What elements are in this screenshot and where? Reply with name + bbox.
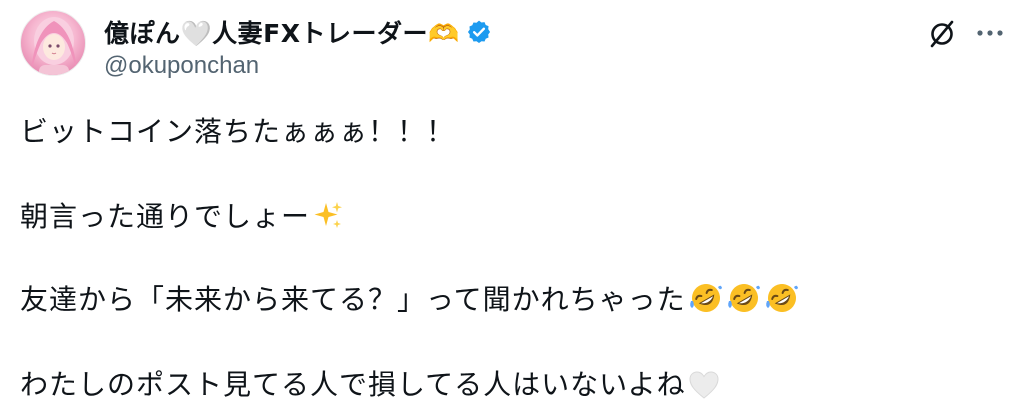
tweet-text-line-4: わたしのポスト見てる人で損してる人はいないよね	[20, 366, 720, 404]
tweet-card: 億ぽん🤍人妻FXトレーダー🫶 @okuponchan ビットコイン落ちたぁぁぁ！…	[0, 0, 1024, 420]
tweet-text-line-2: 朝言った通りでしょー	[20, 198, 344, 236]
sparkles-emoji	[312, 200, 344, 232]
tweet-text: 朝言った通りでしょー	[20, 200, 311, 233]
verified-badge-icon[interactable]	[466, 19, 492, 45]
rolling-on-floor-laughing-emoji	[688, 281, 724, 315]
tweet-text: 友達から「未来から来てる？」って聞かれちゃった	[20, 283, 686, 316]
grok-icon[interactable]	[926, 18, 958, 50]
author-name-row: 億ぽん🤍人妻FXトレーダー🫶	[104, 14, 492, 50]
tweet-text: わたしのポスト見てる人で損してる人はいないよね	[20, 368, 686, 401]
rolling-on-floor-laughing-emoji	[764, 281, 800, 315]
rolling-on-floor-laughing-emoji	[726, 281, 762, 315]
tweet-text-line-3: 友達から「未来から来てる？」って聞かれちゃった	[20, 281, 800, 319]
tweet-text: ビットコイン落ちたぁぁぁ！！！	[20, 115, 456, 148]
more-options-icon[interactable]	[975, 26, 1005, 40]
white-heart-emoji	[688, 370, 720, 400]
author-handle[interactable]: @okuponchan	[104, 52, 259, 80]
tweet-text-line-1: ビットコイン落ちたぁぁぁ！！！	[20, 113, 455, 151]
author-display-name[interactable]: 億ぽん🤍人妻FXトレーダー🫶	[104, 14, 460, 50]
user-avatar[interactable]	[20, 10, 86, 76]
